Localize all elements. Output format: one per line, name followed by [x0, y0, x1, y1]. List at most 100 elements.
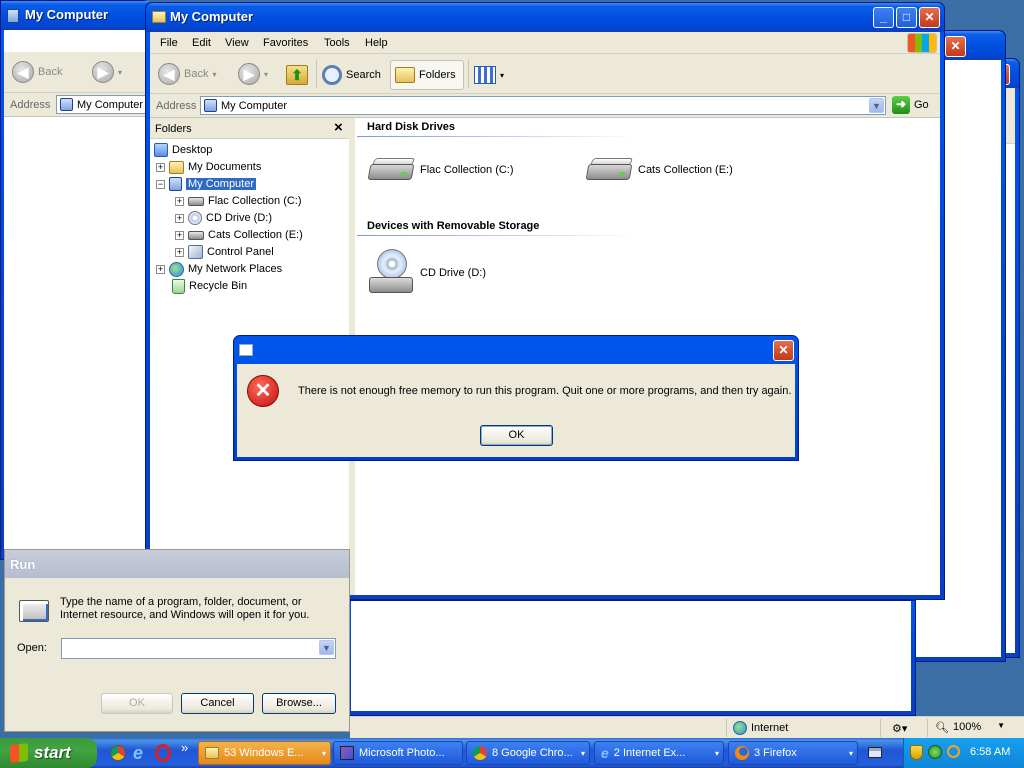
views-dropdown-icon: ▾ — [500, 70, 505, 80]
forward-button[interactable]: ▶ ▾ — [238, 61, 268, 87]
close-button[interactable]: ✕ — [919, 7, 940, 28]
menu-view[interactable]: View — [225, 37, 249, 49]
browse-button[interactable]: Browse... — [262, 693, 336, 714]
back-window-my-computer: My Computer ◀ Back ▶ ▾ Address My Comput… — [0, 0, 150, 560]
task-microsoft-photo[interactable]: Microsoft Photo... — [333, 741, 463, 765]
menu-favorites[interactable]: Favorites — [263, 37, 308, 49]
tree-item-my-documents[interactable]: + My Documents — [156, 159, 261, 175]
expand-icon[interactable]: + — [156, 162, 165, 172]
search-tray-icon[interactable] — [947, 745, 960, 758]
cd-drive-icon — [188, 211, 202, 225]
close-button[interactable]: ✕ — [773, 340, 794, 361]
main-window-my-computer: My Computer _ □ ✕ File Edit View Favorit… — [145, 2, 945, 600]
error-dialog-client: ✕ There is not enough free memory to run… — [237, 364, 795, 457]
hard-drive-icon — [367, 158, 416, 182]
quicklaunch-overflow-icon[interactable]: » — [181, 740, 188, 755]
address-field[interactable]: My Computer — [56, 95, 150, 114]
error-dialog: ✕ ✕ There is not enough free memory to r… — [233, 335, 799, 461]
open-dropdown-button[interactable]: ▼ — [319, 640, 334, 655]
computer-icon — [169, 177, 182, 191]
error-dialog-titlebar[interactable]: ✕ — [234, 336, 798, 364]
tree-item-cats-collection[interactable]: + Cats Collection (E:) — [175, 227, 303, 243]
ie-quicklaunch-icon[interactable]: e — [133, 743, 143, 764]
ok-button[interactable]: OK — [101, 693, 173, 714]
tree-item-desktop[interactable]: Desktop — [154, 142, 212, 158]
windows-flag-icon — [10, 743, 28, 763]
minimize-button[interactable]: _ — [873, 7, 894, 28]
expand-icon[interactable]: + — [175, 247, 184, 257]
views-icon — [474, 66, 496, 84]
computer-icon — [60, 98, 73, 111]
cancel-button[interactable]: Cancel — [181, 693, 254, 714]
search-button[interactable]: Search — [322, 60, 381, 90]
zoom-control[interactable]: 🔍︎ 100% ▼ — [935, 721, 1005, 734]
drive-label: Cats Collection (E:) — [638, 164, 733, 176]
protected-mode-icon: ⚙▾ — [892, 723, 908, 735]
drive-cd-drive[interactable]: CD Drive (D:) — [369, 249, 486, 297]
network-icon[interactable] — [928, 745, 942, 759]
go-button[interactable]: ➜ Go — [892, 96, 929, 114]
ok-button[interactable]: OK — [480, 425, 553, 446]
expand-icon[interactable]: + — [156, 264, 165, 274]
clock[interactable]: 6:58 AM — [970, 746, 1010, 758]
address-label: Address — [10, 99, 51, 111]
task-label: 2 Internet Ex... — [613, 747, 686, 759]
tree-item-cd-drive[interactable]: + CD Drive (D:) — [175, 210, 272, 226]
menu-help[interactable]: Help — [365, 37, 388, 49]
security-shield-icon[interactable] — [910, 745, 923, 760]
back-button[interactable]: ◀ Back ▾ — [158, 61, 216, 87]
keyboard-icon[interactable] — [868, 747, 882, 758]
drive-label: Flac Collection (C:) — [420, 164, 514, 176]
address-dropdown-button[interactable]: ▼ — [869, 98, 884, 113]
folder-icon — [169, 160, 184, 174]
task-label: 8 Google Chro... — [492, 747, 573, 759]
start-button[interactable]: start — [0, 738, 97, 768]
drive-cats-collection[interactable]: Cats Collection (E:) — [585, 158, 733, 182]
forward-button[interactable]: ▶ ▾ — [92, 59, 122, 85]
tree-label: My Network Places — [188, 263, 283, 275]
task-google-chrome[interactable]: 8 Google Chro... ▾ — [466, 741, 590, 765]
status-bar: Internet ⚙▾ 🔍︎ 100% ▼ — [350, 716, 1024, 738]
open-combo[interactable]: ▼ — [61, 638, 336, 659]
task-dropdown-icon: ▾ — [321, 748, 326, 758]
tree-item-flac-collection[interactable]: + Flac Collection (C:) — [175, 193, 302, 209]
back-button[interactable]: ◀ Back — [12, 59, 62, 85]
menu-tools[interactable]: Tools — [324, 37, 350, 49]
expand-icon[interactable]: + — [175, 213, 184, 223]
task-internet-explorer[interactable]: e 2 Internet Ex... ▾ — [594, 741, 724, 765]
expand-icon[interactable]: + — [175, 230, 184, 240]
expand-icon[interactable]: + — [175, 196, 184, 206]
tree-item-my-computer[interactable]: − My Computer — [156, 176, 257, 192]
opera-quicklaunch-icon[interactable] — [155, 744, 171, 762]
collapse-icon[interactable]: − — [156, 179, 165, 189]
task-windows-explorer[interactable]: 53 Windows E... ▾ — [198, 741, 331, 765]
back-label: Back — [184, 68, 209, 80]
windows-flag-icon — [907, 33, 937, 53]
main-window-titlebar[interactable] — [146, 3, 944, 32]
menu-edit[interactable]: Edit — [192, 37, 211, 49]
main-window-client: File Edit View Favorites Tools Help ◀ Ba… — [150, 32, 940, 595]
views-button[interactable]: ▾ — [474, 60, 504, 90]
menu-file[interactable]: File — [160, 37, 178, 49]
tree-item-my-network-places[interactable]: + My Network Places — [156, 261, 282, 277]
run-dialog-titlebar[interactable]: Run — [5, 550, 349, 578]
task-firefox[interactable]: 3 Firefox ▾ — [728, 741, 858, 765]
folder-icon — [205, 747, 219, 759]
chrome-icon — [473, 746, 487, 760]
run-dialog: Run Type the name of a program, folder, … — [4, 549, 350, 732]
maximize-button[interactable]: □ — [896, 7, 917, 28]
tree-item-control-panel[interactable]: + Control Panel — [175, 244, 274, 260]
drive-flac-collection[interactable]: Flac Collection (C:) — [367, 158, 514, 182]
tree-item-recycle-bin[interactable]: Recycle Bin — [172, 278, 247, 294]
tree-label: Recycle Bin — [189, 280, 248, 292]
chrome-quicklaunch-icon[interactable] — [110, 745, 126, 761]
back-arrow-icon: ◀ — [158, 63, 180, 85]
close-pane-icon[interactable]: × — [334, 119, 343, 136]
folders-button[interactable]: Folders — [390, 60, 464, 90]
back-window-3-client — [351, 601, 911, 711]
close-button[interactable]: ✕ — [945, 36, 966, 57]
task-label: 53 Windows E... — [224, 747, 304, 759]
up-button[interactable]: ⬆ — [286, 60, 308, 90]
back-window-explorer-3 — [346, 600, 916, 716]
address-field[interactable]: My Computer ▼ — [200, 96, 886, 115]
